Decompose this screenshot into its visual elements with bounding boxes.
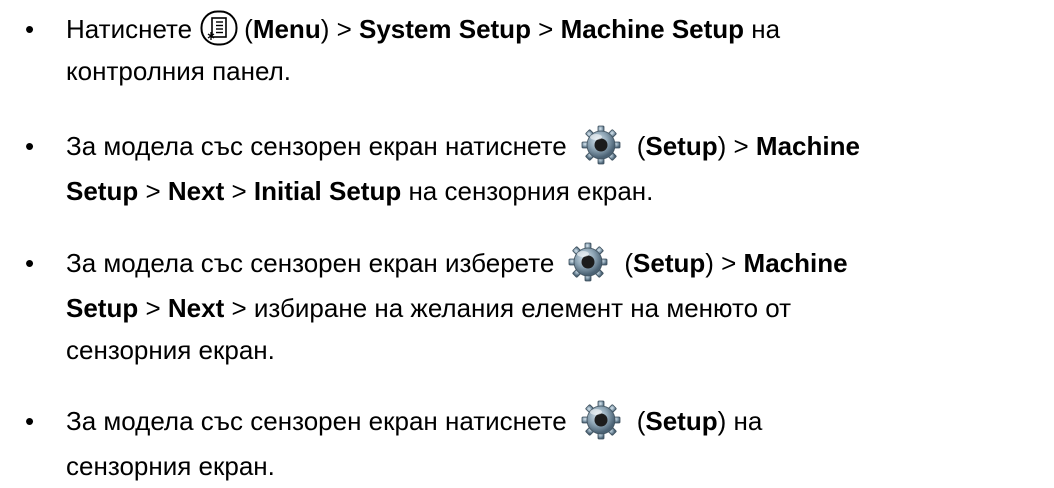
text-segment: сензорния екран. (66, 335, 275, 366)
menu-term: Next (167, 293, 225, 324)
item-line: Setup > Next > избиране на желания елеме… (66, 287, 1051, 329)
item-line: сензорния екран. (66, 329, 1051, 371)
text-segment: ) на (717, 406, 763, 436)
text-segment: > (138, 176, 168, 207)
text-segment: > (224, 176, 254, 207)
item-text: За модела със сензорен екран изберете (Se… (66, 242, 1051, 371)
text-segment: на сензорния екран. (401, 176, 654, 207)
text-segment: > (138, 293, 168, 324)
text-segment: ( (624, 248, 634, 278)
menu-term: Setup (645, 131, 718, 161)
menu-term: Menu (252, 14, 321, 44)
item-text: Натиснете (Menu) > System Setup > Machine… (66, 8, 1051, 92)
menu-term: Initial Setup (253, 176, 402, 207)
menu-term: Machine Setup (560, 14, 745, 44)
bullet: • (25, 131, 35, 161)
text-segment: За модела със сензорен екран натиснете (66, 406, 567, 436)
menu-term: Setup (66, 293, 139, 324)
item-line: контролния панел. (66, 50, 1051, 92)
menu-term: Setup (66, 176, 139, 207)
bullet: • (25, 248, 35, 278)
menu-term: Next (167, 176, 225, 207)
item-line: сензорния екран. (66, 445, 1051, 487)
text-segment: За модела със сензорен екран изберете (66, 248, 555, 278)
text-segment: ) > (717, 131, 756, 161)
item-line: За модела със сензорен екран изберете (Se… (66, 242, 1051, 287)
text-segment: сензорния екран. (66, 451, 275, 482)
text-segment: За модела със сензорен екран натиснете (66, 131, 567, 161)
text-segment: контролния панел. (66, 56, 291, 86)
text-segment: ) > (705, 248, 744, 278)
setup-gear-icon (579, 123, 623, 167)
item-text: За модела със сензорен екран натиснете (S… (66, 125, 1051, 212)
text-segment: на (744, 14, 781, 44)
setup-gear-icon (566, 240, 610, 284)
text-segment: ( (244, 14, 253, 44)
item-line: Setup > Next > Initial Setup на сензорни… (66, 170, 1051, 212)
menu-term: Machine (743, 248, 848, 278)
text-segment: ) > (320, 14, 359, 44)
text-segment: Натиснете (66, 14, 193, 44)
menu-term: Setup (645, 406, 718, 436)
item-line: За модела със сензорен екран натиснете (S… (66, 400, 1051, 445)
text-segment: > избиране на желания елемент на менюто … (224, 293, 792, 324)
menu-term: System Setup (359, 14, 531, 44)
menu-term: Setup (633, 248, 706, 278)
menu-term: Machine (755, 131, 860, 161)
item-line: За модела със сензорен екран натиснете (S… (66, 125, 1051, 170)
bullet: • (25, 14, 35, 44)
menu-button-icon (200, 10, 238, 46)
text-segment: > (530, 14, 561, 44)
item-text: За модела със сензорен екран натиснете (S… (66, 400, 1051, 487)
setup-gear-icon (579, 398, 623, 442)
bullet: • (25, 406, 35, 436)
item-line: Натиснете (Menu) > System Setup > Machine… (66, 8, 1051, 50)
